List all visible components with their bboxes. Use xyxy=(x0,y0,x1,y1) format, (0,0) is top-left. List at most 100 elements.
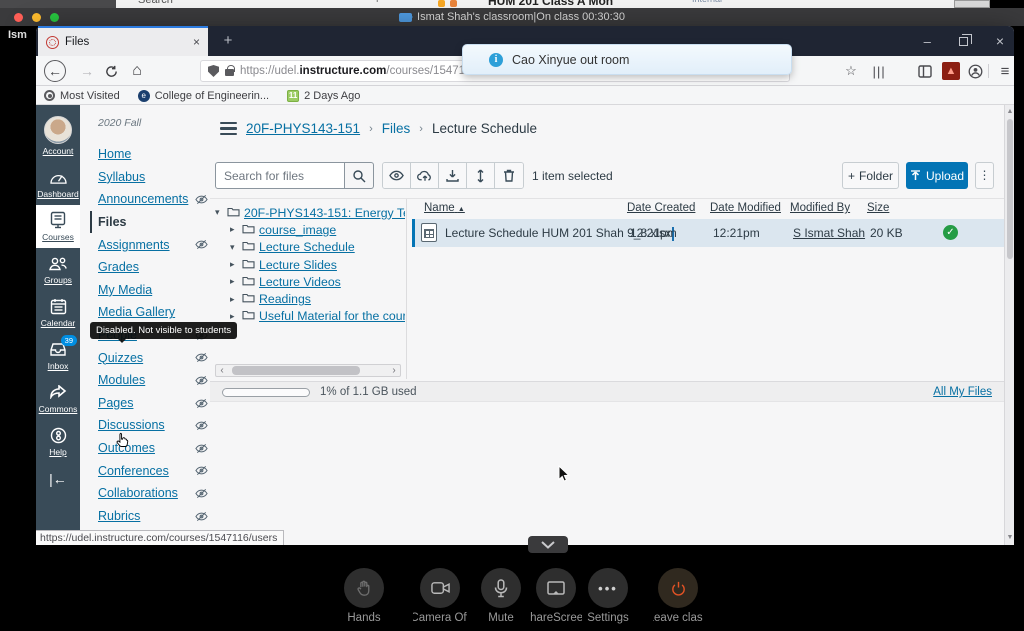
course-nav-item-assignments[interactable]: Assignments xyxy=(98,233,210,256)
restore-button[interactable] xyxy=(959,37,968,46)
folder-link[interactable]: Readings xyxy=(259,292,311,306)
folder-link[interactable]: Lecture Schedule xyxy=(259,240,355,254)
caret-right-icon[interactable]: ▸ xyxy=(230,224,238,235)
menu-icon[interactable]: ≡ xyxy=(996,62,1014,80)
caret-down-icon[interactable]: ▾ xyxy=(215,207,223,218)
shield-icon[interactable] xyxy=(208,65,219,77)
folder-link[interactable]: Lecture Videos xyxy=(259,275,341,289)
course-nav-item-quizzes[interactable]: Quizzes xyxy=(98,346,210,369)
tab-close-icon[interactable]: × xyxy=(193,35,200,49)
scroll-down-icon[interactable]: ▼ xyxy=(1006,534,1014,542)
caret-right-icon[interactable]: ▸ xyxy=(230,276,238,287)
page-scrollbar[interactable]: ▲ ▼ xyxy=(1004,105,1014,545)
course-nav-item-collaborations[interactable]: Collaborations xyxy=(98,482,210,505)
course-nav-item-announcements[interactable]: Announcements xyxy=(98,188,210,211)
bookmark-most-visited[interactable]: Most Visited xyxy=(44,90,120,102)
close-traffic-light[interactable] xyxy=(14,13,23,22)
course-nav-item-files[interactable]: Files xyxy=(90,211,210,234)
leave-class-button[interactable] xyxy=(658,568,698,608)
close-button[interactable]: × xyxy=(996,33,1004,49)
caret-down-icon[interactable]: ▾ xyxy=(230,242,238,253)
column-header-size[interactable]: Size xyxy=(867,202,889,214)
add-folder-button[interactable]: + Folder xyxy=(842,162,899,189)
course-nav-item-conferences[interactable]: Conferences xyxy=(98,459,210,482)
breadcrumb-files-link[interactable]: Files xyxy=(382,121,411,136)
course-nav-item-modules[interactable]: Modules xyxy=(98,369,210,392)
download-button[interactable] xyxy=(439,163,467,188)
mute-button[interactable] xyxy=(481,568,521,608)
file-row-selected[interactable]: Lecture Schedule HUM 201 Shah 9_8.xlsx 1… xyxy=(412,219,1004,247)
caret-right-icon[interactable]: ▸ xyxy=(230,294,238,305)
home-button[interactable]: ⌂ xyxy=(126,60,148,82)
upload-button[interactable]: Upload xyxy=(906,162,968,189)
more-options-button[interactable]: ⋮ xyxy=(975,162,994,189)
restrict-access-button[interactable] xyxy=(411,163,439,188)
new-tab-button[interactable]: + xyxy=(218,31,238,51)
scroll-up-icon[interactable]: ▲ xyxy=(1006,108,1014,116)
sidebar-item-commons[interactable]: Commons xyxy=(36,377,80,420)
scrollbar-thumb[interactable] xyxy=(1007,119,1013,259)
collapse-sidebar-icon[interactable]: |← xyxy=(36,471,80,487)
minimize-traffic-light[interactable] xyxy=(32,13,41,22)
folder-link[interactable]: course_image xyxy=(259,223,336,237)
column-header-name[interactable]: Name ▲ xyxy=(424,202,465,214)
sidebar-item-dashboard[interactable]: Dashboard xyxy=(36,162,80,205)
published-check-icon[interactable]: ✓ xyxy=(943,225,958,240)
folder-link[interactable]: 20F-PHYS143-151: Energy Technolog xyxy=(244,206,405,220)
settings-button[interactable]: ••• xyxy=(588,568,628,608)
reload-button[interactable] xyxy=(100,60,122,82)
hands-button[interactable] xyxy=(344,568,384,608)
folder-link[interactable]: Lecture Slides xyxy=(259,258,337,272)
tree-folder-item[interactable]: ▸ Readings xyxy=(215,290,405,307)
delete-trash-button[interactable] xyxy=(495,163,523,188)
course-nav-item-pages[interactable]: Pages xyxy=(98,392,210,415)
column-header-modified-by[interactable]: Modified By xyxy=(790,202,850,214)
forward-button[interactable]: → xyxy=(76,60,98,82)
back-button[interactable]: ← xyxy=(44,60,66,82)
scroll-left-icon[interactable]: ‹ xyxy=(216,365,228,376)
tree-horizontal-scrollbar[interactable]: ‹ › xyxy=(215,364,401,377)
search-button[interactable] xyxy=(345,162,374,189)
breadcrumb-course-link[interactable]: 20F-PHYS143-151 xyxy=(246,121,360,136)
sidebar-toggle-icon[interactable] xyxy=(916,62,934,80)
sidebar-item-help[interactable]: Help xyxy=(36,420,80,463)
adobe-extension-icon[interactable]: ▲ xyxy=(942,62,960,80)
sidebar-item-calendar[interactable]: Calendar xyxy=(36,291,80,334)
file-modified-by-link[interactable]: S Ismat Shah xyxy=(793,226,865,240)
scrollbar-thumb[interactable] xyxy=(232,366,360,375)
course-nav-item-syllabus[interactable]: Syllabus xyxy=(98,166,210,189)
course-nav-item-my-media[interactable]: My Media xyxy=(98,279,210,302)
tab-files[interactable]: Files × xyxy=(38,26,208,56)
toast-notification[interactable]: i Cao Xinyue out room xyxy=(462,44,792,75)
column-header-date-created[interactable]: Date Created xyxy=(627,202,695,214)
bookmark-2-days-ago[interactable]: 11 2 Days Ago xyxy=(287,90,360,102)
move-button[interactable] xyxy=(467,163,495,188)
tree-folder-item[interactable]: ▸ Lecture Videos xyxy=(215,273,405,290)
caret-right-icon[interactable]: ▸ xyxy=(230,259,238,270)
tree-folder-item[interactable]: ▸ Lecture Slides xyxy=(215,256,405,273)
all-my-files-link[interactable]: All My Files xyxy=(933,386,992,398)
account-icon[interactable] xyxy=(966,62,984,80)
scroll-right-icon[interactable]: › xyxy=(388,365,400,376)
course-nav-item-rubrics[interactable]: Rubrics xyxy=(98,505,210,528)
sidebar-item-courses[interactable]: Courses xyxy=(36,205,80,248)
course-menu-hamburger-icon[interactable] xyxy=(220,122,237,135)
tree-folder-item[interactable]: ▸ Useful Material for the course xyxy=(215,308,405,325)
bookmark-college[interactable]: e College of Engineerin... xyxy=(138,90,269,102)
course-nav-item-home[interactable]: Home xyxy=(98,143,210,166)
bookmark-star-icon[interactable]: ☆ xyxy=(842,62,860,80)
sidebar-item-groups[interactable]: Groups xyxy=(36,248,80,291)
camera-off-button[interactable] xyxy=(420,568,460,608)
course-nav-item-media-gallery[interactable]: Media Gallery xyxy=(98,301,210,324)
folder-link[interactable]: Useful Material for the course xyxy=(259,309,405,323)
caret-right-icon[interactable]: ▸ xyxy=(230,311,238,322)
preview-eye-button[interactable] xyxy=(383,163,411,188)
zoom-traffic-light[interactable] xyxy=(50,13,59,22)
meeting-bar-toggle[interactable] xyxy=(528,536,568,553)
tree-folder-item[interactable]: ▸ course_image xyxy=(215,221,405,238)
sidebar-item-inbox[interactable]: 39 Inbox xyxy=(36,334,80,377)
tree-folder-item[interactable]: ▾ 20F-PHYS143-151: Energy Technolog xyxy=(215,204,405,221)
library-icon[interactable]: ||| xyxy=(870,62,888,80)
column-header-date-modified[interactable]: Date Modified xyxy=(710,202,781,214)
search-input[interactable] xyxy=(215,162,345,189)
